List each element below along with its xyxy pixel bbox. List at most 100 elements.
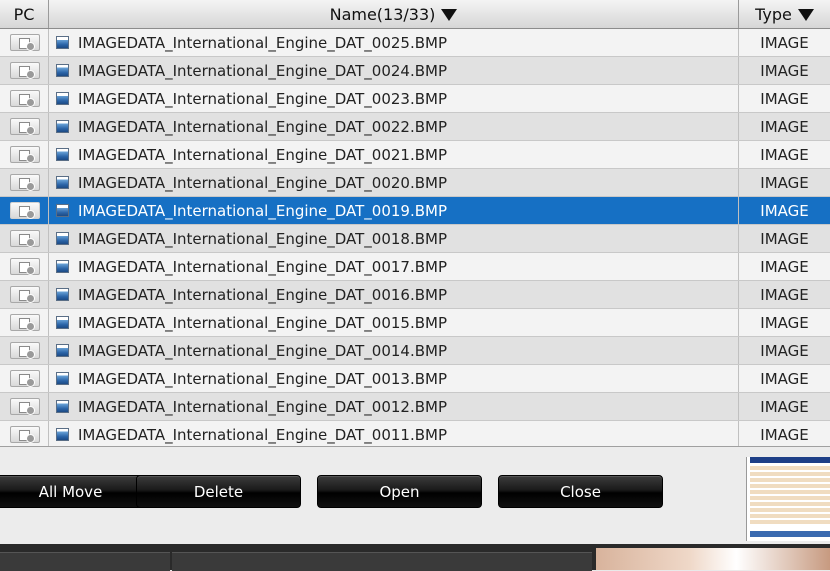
file-name-cell: IMAGEDATA_International_Engine_DAT_0019.… xyxy=(49,197,739,224)
file-name-cell: IMAGEDATA_International_Engine_DAT_0024.… xyxy=(49,57,739,84)
table-row[interactable]: IMAGEDATA_International_Engine_DAT_0011.… xyxy=(0,421,830,449)
bitmap-image-icon xyxy=(56,120,69,133)
table-row[interactable]: IMAGEDATA_International_Engine_DAT_0018.… xyxy=(0,225,830,253)
pc-transfer-button[interactable] xyxy=(10,146,40,163)
file-type-cell: IMAGE xyxy=(760,342,809,360)
bitmap-image-icon xyxy=(56,92,69,105)
pc-transfer-button[interactable] xyxy=(10,398,40,415)
file-type-cell: IMAGE xyxy=(760,90,809,108)
bitmap-image-icon xyxy=(56,288,69,301)
transfer-badge-icon xyxy=(26,126,35,135)
pc-transfer-button[interactable] xyxy=(10,118,40,135)
table-row[interactable]: IMAGEDATA_International_Engine_DAT_0015.… xyxy=(0,309,830,337)
file-name: IMAGEDATA_International_Engine_DAT_0021.… xyxy=(78,146,448,164)
table-row[interactable]: IMAGEDATA_International_Engine_DAT_0024.… xyxy=(0,57,830,85)
all-move-button[interactable]: All Move xyxy=(0,475,153,508)
table-row[interactable]: IMAGEDATA_International_Engine_DAT_0016.… xyxy=(0,281,830,309)
table-row[interactable]: IMAGEDATA_International_Engine_DAT_0012.… xyxy=(0,393,830,421)
file-type-cell: IMAGE xyxy=(760,426,809,444)
pc-cell xyxy=(0,393,49,420)
file-type-cell: IMAGE xyxy=(760,230,809,248)
file-type-cell: IMAGE xyxy=(760,118,809,136)
file-name: IMAGEDATA_International_Engine_DAT_0022.… xyxy=(78,118,448,136)
list-header: PC Name(13/33) Type xyxy=(0,0,830,29)
file-name: IMAGEDATA_International_Engine_DAT_0015.… xyxy=(78,314,448,332)
bitmap-image-icon xyxy=(56,232,69,245)
pc-transfer-button[interactable] xyxy=(10,202,40,219)
image-preview-thumbnail xyxy=(746,457,830,541)
delete-button[interactable]: Delete xyxy=(136,475,301,508)
column-header-pc-label: PC xyxy=(13,5,35,24)
table-row[interactable]: IMAGEDATA_International_Engine_DAT_0017.… xyxy=(0,253,830,281)
column-header-name[interactable]: Name(13/33) xyxy=(49,0,739,28)
pc-transfer-button[interactable] xyxy=(10,370,40,387)
table-row[interactable]: IMAGEDATA_International_Engine_DAT_0013.… xyxy=(0,365,830,393)
pc-transfer-button[interactable] xyxy=(10,258,40,275)
pc-transfer-button[interactable] xyxy=(10,62,40,79)
column-header-pc[interactable]: PC xyxy=(0,0,49,28)
pc-cell xyxy=(0,197,49,224)
close-button[interactable]: Close xyxy=(498,475,663,508)
table-row[interactable]: IMAGEDATA_International_Engine_DAT_0022.… xyxy=(0,113,830,141)
pc-transfer-button[interactable] xyxy=(10,286,40,303)
pc-transfer-button[interactable] xyxy=(10,314,40,331)
file-type-cell: IMAGE xyxy=(760,202,809,220)
bitmap-image-icon xyxy=(56,260,69,273)
table-row[interactable]: IMAGEDATA_International_Engine_DAT_0021.… xyxy=(0,141,830,169)
transfer-badge-icon xyxy=(26,154,35,163)
file-name-cell: IMAGEDATA_International_Engine_DAT_0011.… xyxy=(49,421,739,448)
table-row[interactable]: IMAGEDATA_International_Engine_DAT_0023.… xyxy=(0,85,830,113)
file-name: IMAGEDATA_International_Engine_DAT_0019.… xyxy=(78,202,448,220)
file-name-cell: IMAGEDATA_International_Engine_DAT_0014.… xyxy=(49,337,739,364)
transfer-badge-icon xyxy=(26,350,35,359)
file-name-cell: IMAGEDATA_International_Engine_DAT_0012.… xyxy=(49,393,739,420)
file-name-cell: IMAGEDATA_International_Engine_DAT_0022.… xyxy=(49,113,739,140)
pc-transfer-button[interactable] xyxy=(10,34,40,51)
file-name: IMAGEDATA_International_Engine_DAT_0012.… xyxy=(78,398,448,416)
file-name-cell: IMAGEDATA_International_Engine_DAT_0023.… xyxy=(49,85,739,112)
bitmap-image-icon xyxy=(56,428,69,441)
pc-cell xyxy=(0,337,49,364)
transfer-badge-icon xyxy=(26,266,35,275)
pc-cell xyxy=(0,253,49,280)
open-button[interactable]: Open xyxy=(317,475,482,508)
file-type-cell: IMAGE xyxy=(760,146,809,164)
transfer-badge-icon xyxy=(26,70,35,79)
transfer-badge-icon xyxy=(26,378,35,387)
pc-cell xyxy=(0,225,49,252)
table-row[interactable]: IMAGEDATA_International_Engine_DAT_0020.… xyxy=(0,169,830,197)
file-name-cell: IMAGEDATA_International_Engine_DAT_0018.… xyxy=(49,225,739,252)
table-row[interactable]: IMAGEDATA_International_Engine_DAT_0019.… xyxy=(0,197,830,225)
bitmap-image-icon xyxy=(56,344,69,357)
file-name-cell: IMAGEDATA_International_Engine_DAT_0015.… xyxy=(49,309,739,336)
column-header-name-label: Name(13/33) xyxy=(329,5,436,24)
pc-cell xyxy=(0,365,49,392)
pc-transfer-button[interactable] xyxy=(10,426,40,443)
pc-transfer-button[interactable] xyxy=(10,342,40,359)
file-name-cell: IMAGEDATA_International_Engine_DAT_0016.… xyxy=(49,281,739,308)
file-name-cell: IMAGEDATA_International_Engine_DAT_0017.… xyxy=(49,253,739,280)
pc-cell xyxy=(0,281,49,308)
table-row[interactable]: IMAGEDATA_International_Engine_DAT_0014.… xyxy=(0,337,830,365)
file-name: IMAGEDATA_International_Engine_DAT_0014.… xyxy=(78,342,448,360)
pc-cell xyxy=(0,85,49,112)
transfer-badge-icon xyxy=(26,182,35,191)
bitmap-image-icon xyxy=(56,36,69,49)
pc-transfer-button[interactable] xyxy=(10,174,40,191)
file-name-cell: IMAGEDATA_International_Engine_DAT_0025.… xyxy=(49,29,739,56)
table-row[interactable]: IMAGEDATA_International_Engine_DAT_0025.… xyxy=(0,29,830,57)
bitmap-image-icon xyxy=(56,316,69,329)
pc-transfer-button[interactable] xyxy=(10,230,40,247)
transfer-badge-icon xyxy=(26,238,35,247)
pc-cell xyxy=(0,113,49,140)
file-name-cell: IMAGEDATA_International_Engine_DAT_0020.… xyxy=(49,169,739,196)
sort-desc-icon xyxy=(441,8,458,21)
transfer-badge-icon xyxy=(26,294,35,303)
pc-transfer-button[interactable] xyxy=(10,90,40,107)
column-header-type[interactable]: Type xyxy=(739,0,830,28)
file-type-cell: IMAGE xyxy=(760,286,809,304)
transfer-badge-icon xyxy=(26,42,35,51)
file-type-cell: IMAGE xyxy=(760,370,809,388)
pc-cell xyxy=(0,169,49,196)
transfer-badge-icon xyxy=(26,98,35,107)
